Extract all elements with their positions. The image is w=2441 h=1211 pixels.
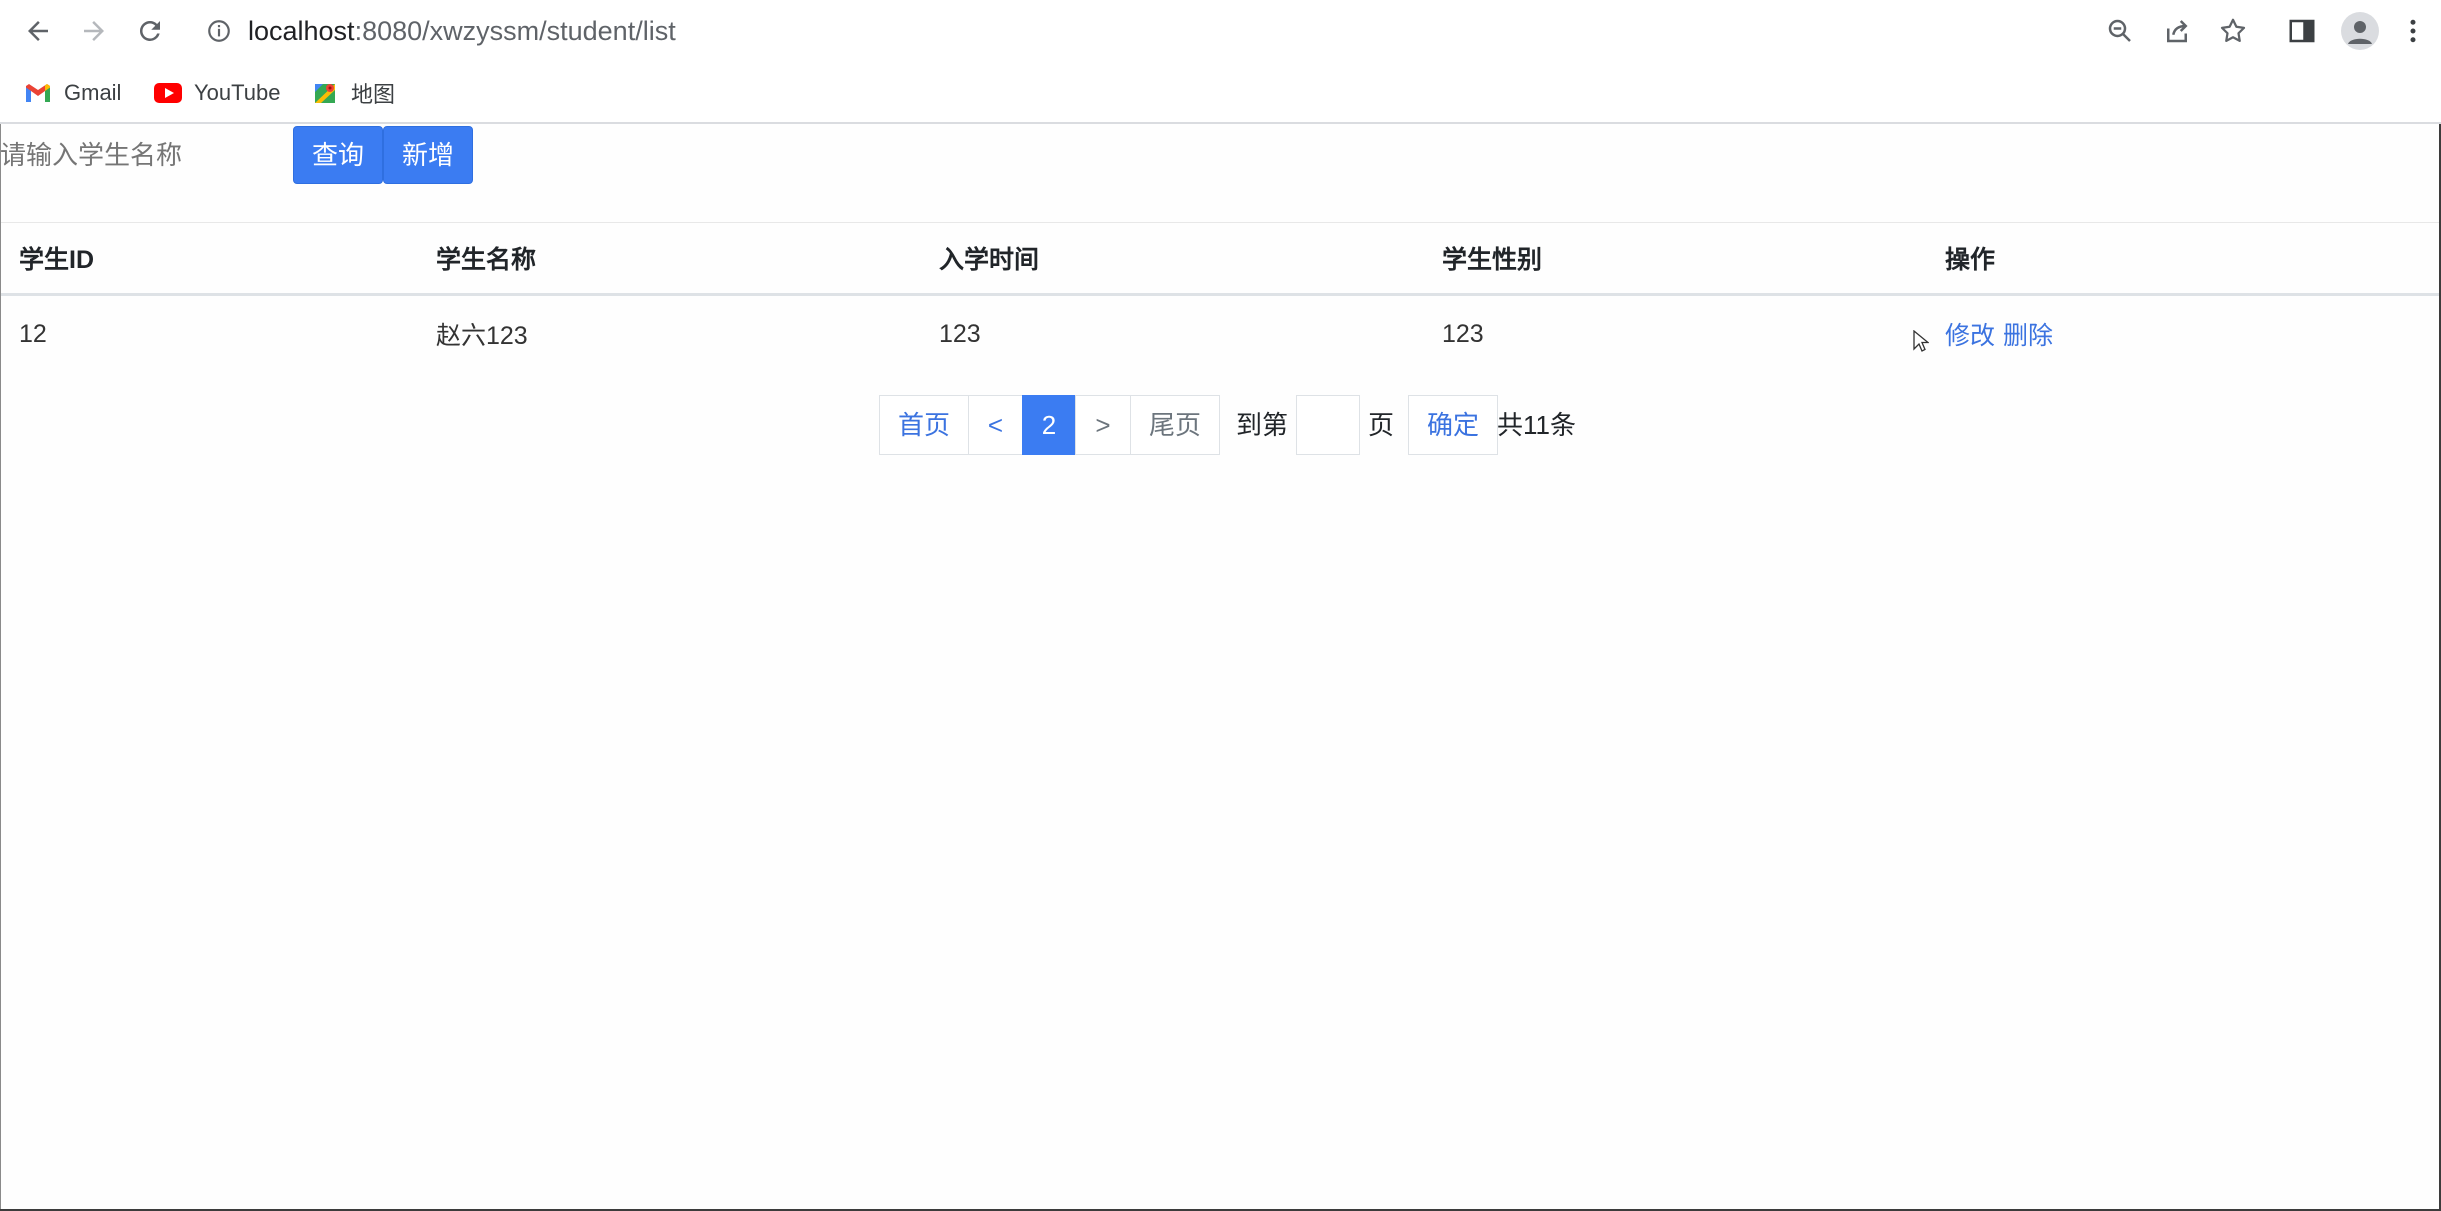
header-actions: 操作: [1945, 246, 1996, 274]
delete-link[interactable]: 删除: [2003, 316, 2053, 352]
star-icon: [2220, 18, 2246, 42]
share-icon: [2167, 20, 2188, 43]
address-bar[interactable]: localhost:8080/xwzyssm/student/list: [248, 14, 676, 48]
first-page-button[interactable]: 首页: [879, 395, 969, 455]
current-page-button[interactable]: 2: [1022, 395, 1076, 455]
reload-icon: [139, 20, 160, 41]
bookmark-youtube[interactable]: YouTube: [154, 76, 280, 110]
total-count-label: 共11条: [1497, 410, 1576, 440]
cell-actions: 修改 删除: [1945, 296, 2053, 372]
back-button[interactable]: [15, 8, 61, 54]
cell-student-id: 12: [19, 319, 47, 348]
goto-page-input[interactable]: [1296, 395, 1360, 455]
url-host: localhost: [248, 16, 355, 46]
gmail-icon: [26, 84, 50, 102]
last-page-button[interactable]: 尾页: [1130, 395, 1220, 455]
window-frame-left: [0, 124, 1, 1211]
bookmark-gmail[interactable]: Gmail: [24, 76, 121, 110]
arrow-right-icon: [84, 21, 104, 41]
menu-button[interactable]: [2394, 12, 2432, 50]
cell-enroll-time: 123: [939, 319, 981, 348]
prev-page-button[interactable]: <: [968, 395, 1023, 455]
share-button[interactable]: [2158, 12, 2196, 50]
table-header-row: 学生ID 学生名称 入学时间 学生性别 操作: [0, 222, 2441, 296]
confirm-page-button[interactable]: 确定: [1408, 395, 1498, 455]
maps-icon: [315, 84, 335, 103]
goto-prefix-label: 到第: [1236, 410, 1289, 440]
header-student-name: 学生名称: [436, 246, 537, 274]
cell-student-name: 赵六123: [436, 322, 528, 350]
profile-avatar[interactable]: [2341, 12, 2379, 50]
side-panel-icon: [2289, 19, 2315, 43]
bookmark-label: YouTube: [194, 80, 281, 105]
person-icon: [2348, 21, 2372, 44]
edit-link[interactable]: 修改: [1945, 316, 1995, 352]
header-student-id: 学生ID: [19, 246, 95, 274]
student-table: 学生ID 学生名称 入学时间 学生性别 操作 12 赵六123 123 123 …: [0, 222, 2441, 372]
header-enroll-time: 入学时间: [939, 246, 1040, 274]
bookmark-maps[interactable]: 地图: [311, 76, 395, 110]
header-gender: 学生性别: [1442, 246, 1543, 274]
forward-button[interactable]: [71, 8, 117, 54]
zoom-button[interactable]: [2101, 12, 2139, 50]
youtube-icon: [154, 83, 182, 103]
bookmark-label: 地图: [351, 82, 396, 107]
more-vert-icon: [2410, 19, 2416, 43]
table-row: 12 赵六123 123 123 修改 删除: [0, 296, 2441, 372]
site-info-icon[interactable]: [206, 18, 232, 44]
student-name-search-input[interactable]: [0, 126, 292, 184]
browser-toolbar: localhost:8080/xwzyssm/student/list: [0, 0, 2441, 62]
url-path: :8080/xwzyssm/student/list: [354, 16, 676, 46]
zoom-out-icon: [2108, 19, 2131, 42]
add-student-button[interactable]: 新增: [383, 126, 473, 184]
next-page-button[interactable]: >: [1075, 395, 1131, 455]
bookmarks-bar: Gmail YouTube 地图: [0, 62, 2441, 124]
query-button[interactable]: 查询: [293, 126, 383, 184]
side-panel-button[interactable]: [2283, 12, 2321, 50]
cell-gender: 123: [1442, 319, 1484, 348]
arrow-left-icon: [28, 21, 48, 41]
goto-suffix-label: 页: [1368, 410, 1395, 440]
bookmark-star-button[interactable]: [2214, 12, 2252, 50]
bookmark-label: Gmail: [64, 80, 122, 105]
reload-button[interactable]: [127, 8, 173, 54]
mouse-cursor-icon: [1913, 330, 1929, 352]
